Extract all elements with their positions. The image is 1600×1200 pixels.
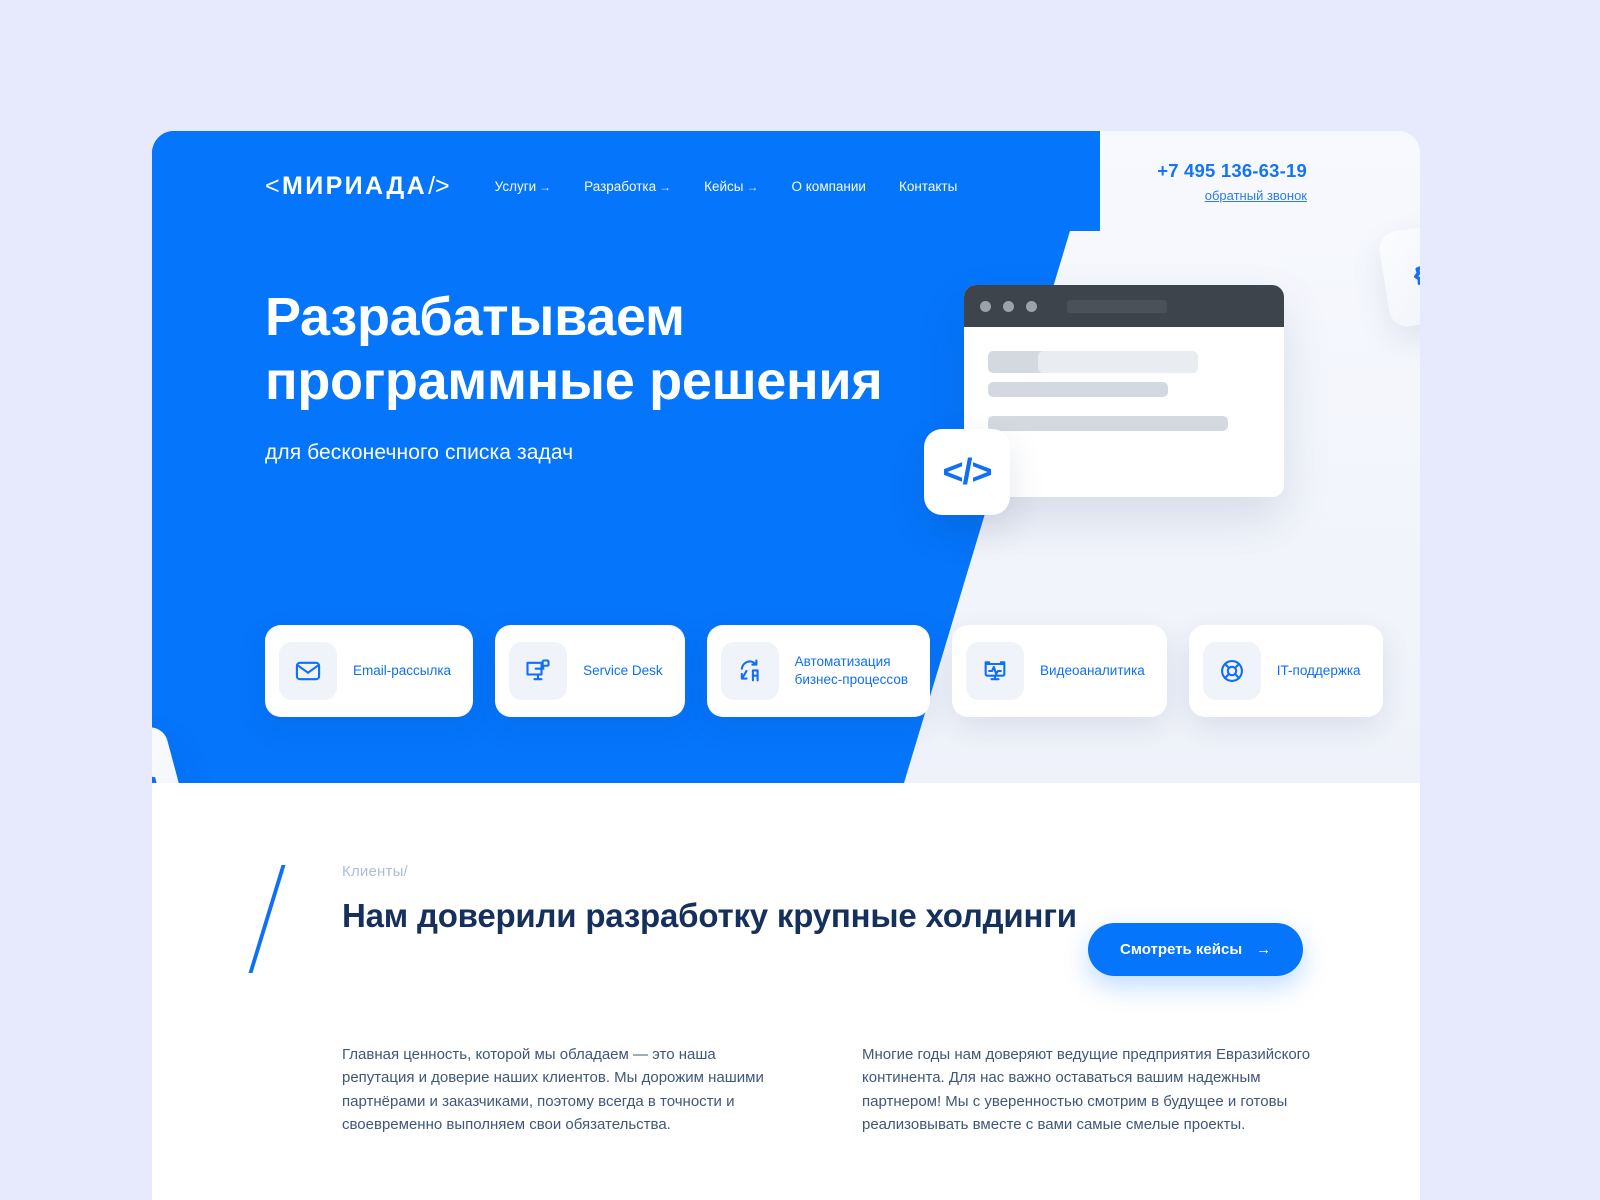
automation-loop-icon	[720, 642, 779, 700]
monitor-ticket-icon	[509, 642, 568, 700]
content-placeholder-2	[1038, 351, 1198, 373]
nav-label: Кейсы	[704, 178, 744, 194]
site-header: < МИРИАДА/> Услуги → Разработка → Кейсы → О …	[152, 131, 1420, 241]
nav-label: Услуги	[494, 178, 537, 194]
main-navigation: Услуги → Разработка → Кейсы → О компании Ко…	[495, 179, 958, 194]
service-card-automation[interactable]: Автоматизация бизнес-процессов	[706, 625, 931, 717]
service-card-it-support[interactable]: IT-поддержка	[1188, 625, 1383, 717]
callback-link[interactable]: обратный звонок	[1205, 188, 1307, 203]
content-placeholder-3	[988, 382, 1168, 397]
service-label: Видеоаналитика	[1040, 662, 1145, 678]
decorative-slash	[248, 865, 286, 973]
arrow-right-icon: →	[539, 179, 552, 194]
window-dot-maximize	[1026, 300, 1037, 312]
service-card-service-desk[interactable]: Service Desk	[495, 625, 685, 717]
header-contact-block: +7 495 136-63-19 обратный звонок	[1157, 160, 1307, 205]
service-card-video-analytics[interactable]: Видеоаналитика	[952, 625, 1167, 717]
service-label: Автоматизация бизнес-процессов	[794, 653, 909, 687]
service-label: Email-рассылка	[353, 662, 452, 678]
content-placeholder-4	[988, 416, 1228, 431]
site-logo[interactable]: < МИРИАДА/>	[265, 172, 451, 201]
nav-item-kontakty[interactable]: Контакты	[899, 179, 957, 194]
nav-label: Контакты	[898, 178, 958, 194]
monitor-pulse-icon	[966, 642, 1025, 700]
code-icon-bottom: </>	[152, 754, 162, 783]
nav-item-uslugi[interactable]: Услуги →	[495, 179, 552, 194]
nav-item-o-kompanii[interactable]: О компании	[792, 179, 866, 194]
logo-slash-icon: />	[428, 171, 450, 200]
clients-paragraphs: Главная ценность, которой мы обладаем — …	[342, 1043, 1312, 1136]
gear-icon	[1414, 258, 1420, 290]
nav-item-razrabotka[interactable]: Разработка →	[584, 179, 671, 194]
nav-label: Разработка	[584, 178, 657, 194]
cta-label: Смотреть кейсы	[1120, 941, 1243, 958]
service-card-email[interactable]: Email-рассылка	[265, 625, 474, 717]
arrow-right-icon: →	[1256, 941, 1272, 958]
hero-headline: Разрабатываем программные решения	[265, 287, 883, 411]
hero-subheadline: для бесконечного списка задач	[265, 441, 574, 464]
window-dot-minimize	[1003, 300, 1014, 312]
hero-section: </> </> <МИРИАДА/> Услуги→ Разработка→ К…	[152, 131, 1420, 783]
browser-address-bar	[1067, 299, 1167, 313]
browser-content	[964, 327, 1284, 497]
envelope-icon	[279, 642, 337, 700]
section-title: Нам доверили разработку крупные холдинги	[342, 897, 1077, 934]
code-badge-hero: </>	[924, 429, 1010, 515]
nav-item-keysy[interactable]: Кейсы →	[704, 179, 758, 194]
paragraph-right: Многие годы нам доверяют ведущие предпри…	[862, 1046, 1311, 1133]
arrow-right-icon: →	[746, 179, 759, 194]
logo-text: МИРИАДА	[282, 171, 428, 200]
logo-chevron-icon: <	[265, 171, 282, 200]
nav-label: О компании	[791, 178, 866, 194]
website-page: </> </> <МИРИАДА/> Услуги→ Разработка→ К…	[152, 131, 1420, 1200]
browser-titlebar	[964, 285, 1284, 327]
arrow-right-icon: →	[659, 179, 672, 194]
code-icon: </>	[942, 451, 992, 492]
browser-mockup-illustration	[964, 285, 1284, 497]
paragraph-left: Главная ценность, которой мы обладаем — …	[342, 1046, 764, 1133]
lifebuoy-icon	[1202, 642, 1261, 700]
section-eyebrow: Клиенты/	[342, 863, 408, 880]
service-label: IT-поддержка	[1276, 662, 1361, 678]
service-cards-row: Email-рассылка Service Desk Автоматизаци…	[265, 625, 1383, 717]
phone-number[interactable]: +7 495 136-63-19	[1157, 160, 1307, 182]
service-label: Service Desk	[583, 662, 663, 678]
view-cases-button[interactable]: Смотреть кейсы →	[1088, 923, 1304, 976]
window-dot-close	[980, 300, 991, 312]
